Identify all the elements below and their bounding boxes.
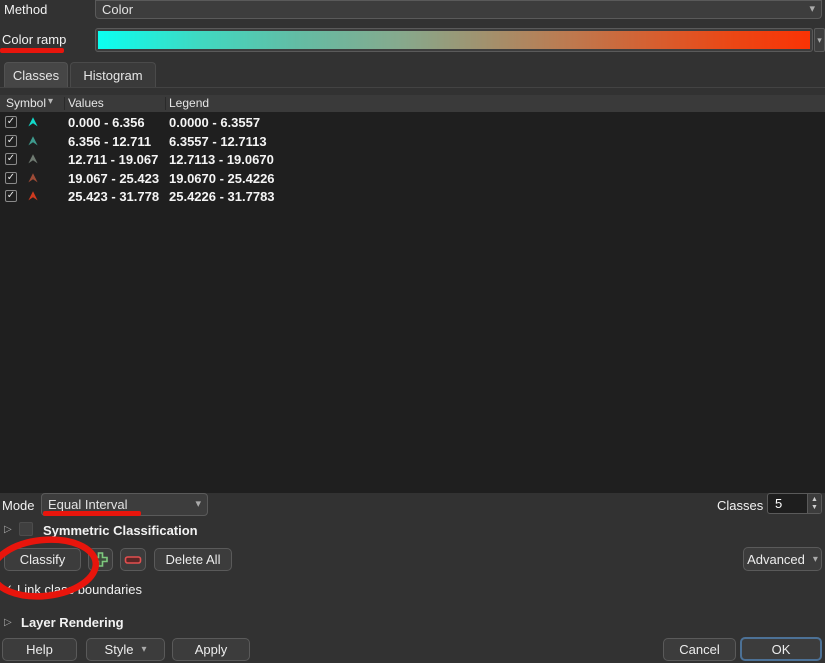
row-legend: 0.0000 - 6.3557 [169, 115, 260, 130]
method-select[interactable]: Color ▾ [95, 0, 822, 19]
checkmark-icon: ✓ [7, 154, 15, 164]
classes-value: 5 [768, 494, 807, 513]
tab-histogram[interactable]: Histogram [70, 62, 156, 88]
classify-button-label: Classify [20, 552, 66, 567]
method-value: Color [102, 2, 133, 17]
classes-label: Classes [717, 498, 763, 513]
symmetric-expander-icon[interactable]: ▷ [4, 524, 12, 535]
column-symbol[interactable]: Symbol [6, 96, 46, 110]
column-divider [64, 97, 65, 110]
checkmark-icon: ✓ [7, 191, 15, 201]
row-legend: 25.4226 - 31.7783 [169, 189, 275, 204]
color-ramp-button[interactable] [95, 28, 813, 52]
chevron-down-icon: ▾ [813, 554, 818, 565]
link-boundaries-label: Link class boundaries [17, 582, 142, 597]
add-class-button[interactable] [88, 548, 113, 571]
classify-button[interactable]: Classify [4, 548, 81, 571]
symmetric-checkbox[interactable] [19, 522, 33, 536]
table-row[interactable]: ✓ 0.000 - 6.356 0.0000 - 6.3557 [0, 113, 825, 132]
column-values[interactable]: Values [68, 96, 104, 110]
row-values: 12.711 - 19.067 [68, 152, 158, 167]
row-legend: 12.7113 - 19.0670 [169, 152, 274, 167]
row-checkbox[interactable]: ✓ [5, 153, 17, 165]
help-button-label: Help [26, 642, 53, 657]
row-values: 6.356 - 12.711 [68, 134, 151, 149]
table-row[interactable]: ✓ 25.423 - 31.778 25.4226 - 31.7783 [0, 187, 825, 206]
spin-up-icon[interactable]: ▲ [811, 496, 818, 504]
apply-button[interactable]: Apply [172, 638, 250, 661]
row-checkbox[interactable]: ✓ [5, 190, 17, 202]
tab-histogram-label: Histogram [83, 68, 142, 83]
row-values: 25.423 - 31.778 [68, 189, 159, 204]
chevron-down-icon: ▾ [141, 644, 146, 655]
symbol-arrow-icon [28, 173, 38, 183]
symbol-arrow-icon [28, 154, 38, 164]
ok-button[interactable]: OK [740, 637, 822, 661]
classes-spinner[interactable]: 5 ▲ ▼ [767, 493, 822, 514]
style-button[interactable]: Style ▾ [86, 638, 165, 661]
row-checkbox[interactable]: ✓ [5, 116, 17, 128]
checkmark-icon: ✓ [7, 117, 15, 127]
cancel-button-label: Cancel [679, 642, 719, 657]
tab-classes-label: Classes [13, 68, 59, 83]
style-button-label: Style [105, 642, 134, 657]
row-checkbox[interactable]: ✓ [5, 172, 17, 184]
classes-table: Symbol ▾ Values Legend ✓ 0.000 - 6.356 0… [0, 95, 825, 493]
column-legend[interactable]: Legend [169, 96, 209, 110]
color-ramp-dropdown-button[interactable]: ▾ [814, 28, 825, 52]
chevron-down-icon: ▾ [809, 4, 815, 15]
symbol-arrow-icon [28, 136, 38, 146]
annotation-underline-color-ramp [0, 48, 64, 53]
advanced-button[interactable]: Advanced ▾ [743, 547, 822, 571]
advanced-button-label: Advanced [747, 552, 805, 567]
delete-all-button-label: Delete All [166, 552, 221, 567]
color-ramp-label: Color ramp [2, 32, 66, 47]
tab-divider [0, 87, 825, 88]
mode-value: Equal Interval [48, 497, 128, 512]
table-row[interactable]: ✓ 6.356 - 12.711 6.3557 - 12.7113 [0, 132, 825, 151]
symmetric-label: Symmetric Classification [43, 523, 198, 538]
minus-icon [124, 554, 142, 566]
row-values: 19.067 - 25.423 [68, 171, 159, 186]
checkmark-icon: ✓ [7, 173, 15, 183]
plus-icon [92, 551, 109, 568]
table-header[interactable]: Symbol ▾ Values Legend [0, 95, 825, 112]
table-row[interactable]: ✓ 12.711 - 19.067 12.7113 - 19.0670 [0, 150, 825, 169]
layer-styling-dialog: Method Color ▾ Color ramp ▾ Classes Hist… [0, 0, 825, 663]
column-divider [165, 97, 166, 110]
tab-classes[interactable]: Classes [4, 62, 68, 88]
delete-all-button[interactable]: Delete All [154, 548, 232, 571]
chevron-down-icon: ▾ [817, 35, 822, 46]
sort-desc-icon: ▾ [48, 96, 53, 107]
layer-rendering-label: Layer Rendering [21, 615, 124, 630]
annotation-underline-mode [43, 511, 141, 516]
help-button[interactable]: Help [2, 638, 77, 661]
remove-class-button[interactable] [120, 548, 146, 571]
spinner-buttons[interactable]: ▲ ▼ [807, 494, 821, 513]
symbol-arrow-icon [28, 117, 38, 127]
row-legend: 19.0670 - 25.4226 [169, 171, 275, 186]
ok-button-label: OK [772, 642, 791, 657]
table-row[interactable]: ✓ 19.067 - 25.423 19.0670 - 25.4226 [0, 169, 825, 188]
checkmark-icon: ✓ [7, 136, 15, 146]
row-values: 0.000 - 6.356 [68, 115, 145, 130]
row-checkbox[interactable]: ✓ [5, 135, 17, 147]
chevron-down-icon: ▾ [195, 499, 201, 510]
color-ramp-preview [98, 31, 810, 49]
mode-label: Mode [2, 498, 35, 513]
method-label: Method [4, 2, 47, 17]
row-legend: 6.3557 - 12.7113 [169, 134, 267, 149]
cancel-button[interactable]: Cancel [663, 638, 736, 661]
link-boundaries-checkbox[interactable]: ✓ [3, 582, 13, 596]
apply-button-label: Apply [195, 642, 228, 657]
symbol-arrow-icon [28, 191, 38, 201]
layer-rendering-expander-icon[interactable]: ▷ [4, 617, 12, 628]
spin-down-icon[interactable]: ▼ [811, 504, 818, 512]
